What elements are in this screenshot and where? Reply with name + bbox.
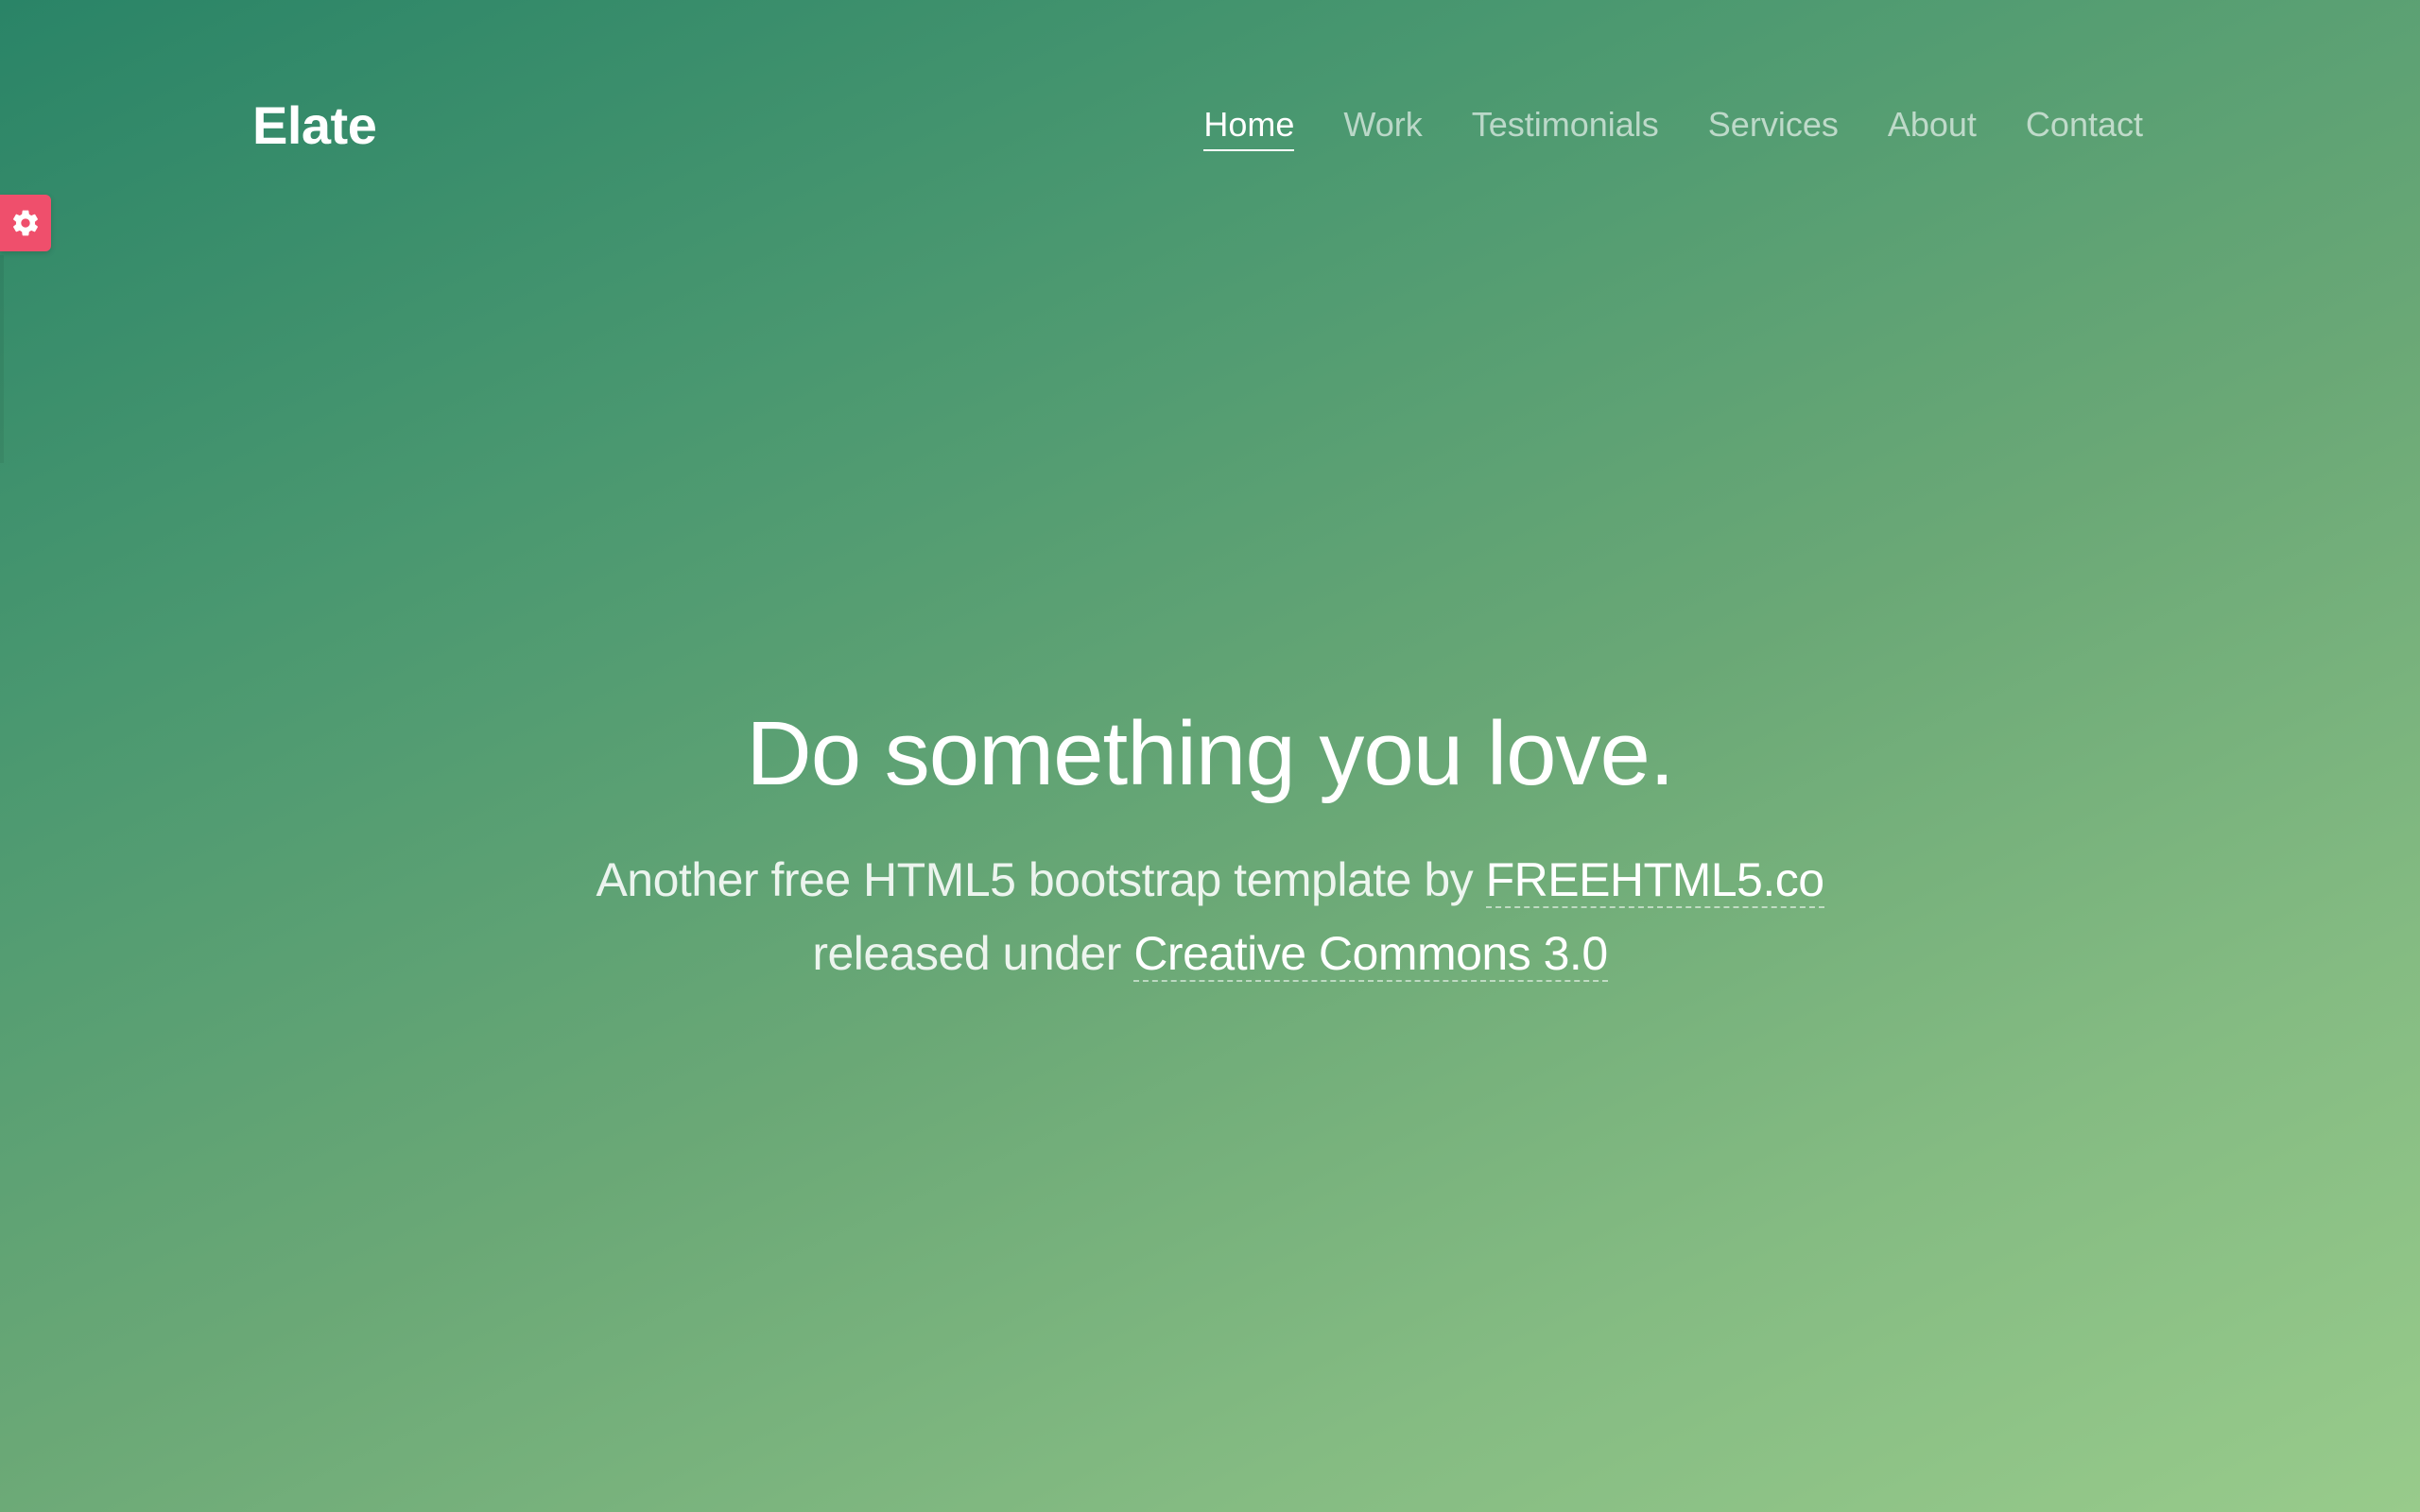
main-nav: Home Work Testimonials Services About Co… — [1203, 105, 2143, 151]
freehtml5-link[interactable]: FREEHTML5.co — [1485, 853, 1824, 909]
hero-subtitle-text-1: Another free HTML5 bootstrap template by — [596, 853, 1474, 907]
brand-logo[interactable]: Elate — [252, 94, 377, 156]
side-panel-edge — [0, 255, 4, 463]
nav-item-testimonials[interactable]: Testimonials — [1472, 105, 1659, 149]
nav-list: Home Work Testimonials Services About Co… — [1203, 105, 2143, 151]
gear-icon — [13, 210, 38, 236]
nav-item-contact[interactable]: Contact — [2026, 105, 2143, 149]
creative-commons-link[interactable]: Creative Commons 3.0 — [1133, 926, 1608, 982]
hero-title: Do something you love. — [746, 703, 1674, 804]
hero: Do something you love. Another free HTML… — [0, 699, 2420, 990]
navbar: Elate Home Work Testimonials Services Ab… — [252, 87, 2143, 163]
nav-item-services[interactable]: Services — [1708, 105, 1839, 149]
hero-subtitle: Another free HTML5 bootstrap template by… — [0, 844, 2420, 990]
settings-toggle-button[interactable] — [0, 195, 51, 251]
page: Elate Home Work Testimonials Services Ab… — [0, 0, 2420, 1512]
hero-subtitle-text-2: released under — [812, 926, 1121, 980]
nav-item-home[interactable]: Home — [1203, 105, 1295, 151]
nav-item-about[interactable]: About — [1888, 105, 1977, 149]
nav-item-work[interactable]: Work — [1343, 105, 1422, 149]
